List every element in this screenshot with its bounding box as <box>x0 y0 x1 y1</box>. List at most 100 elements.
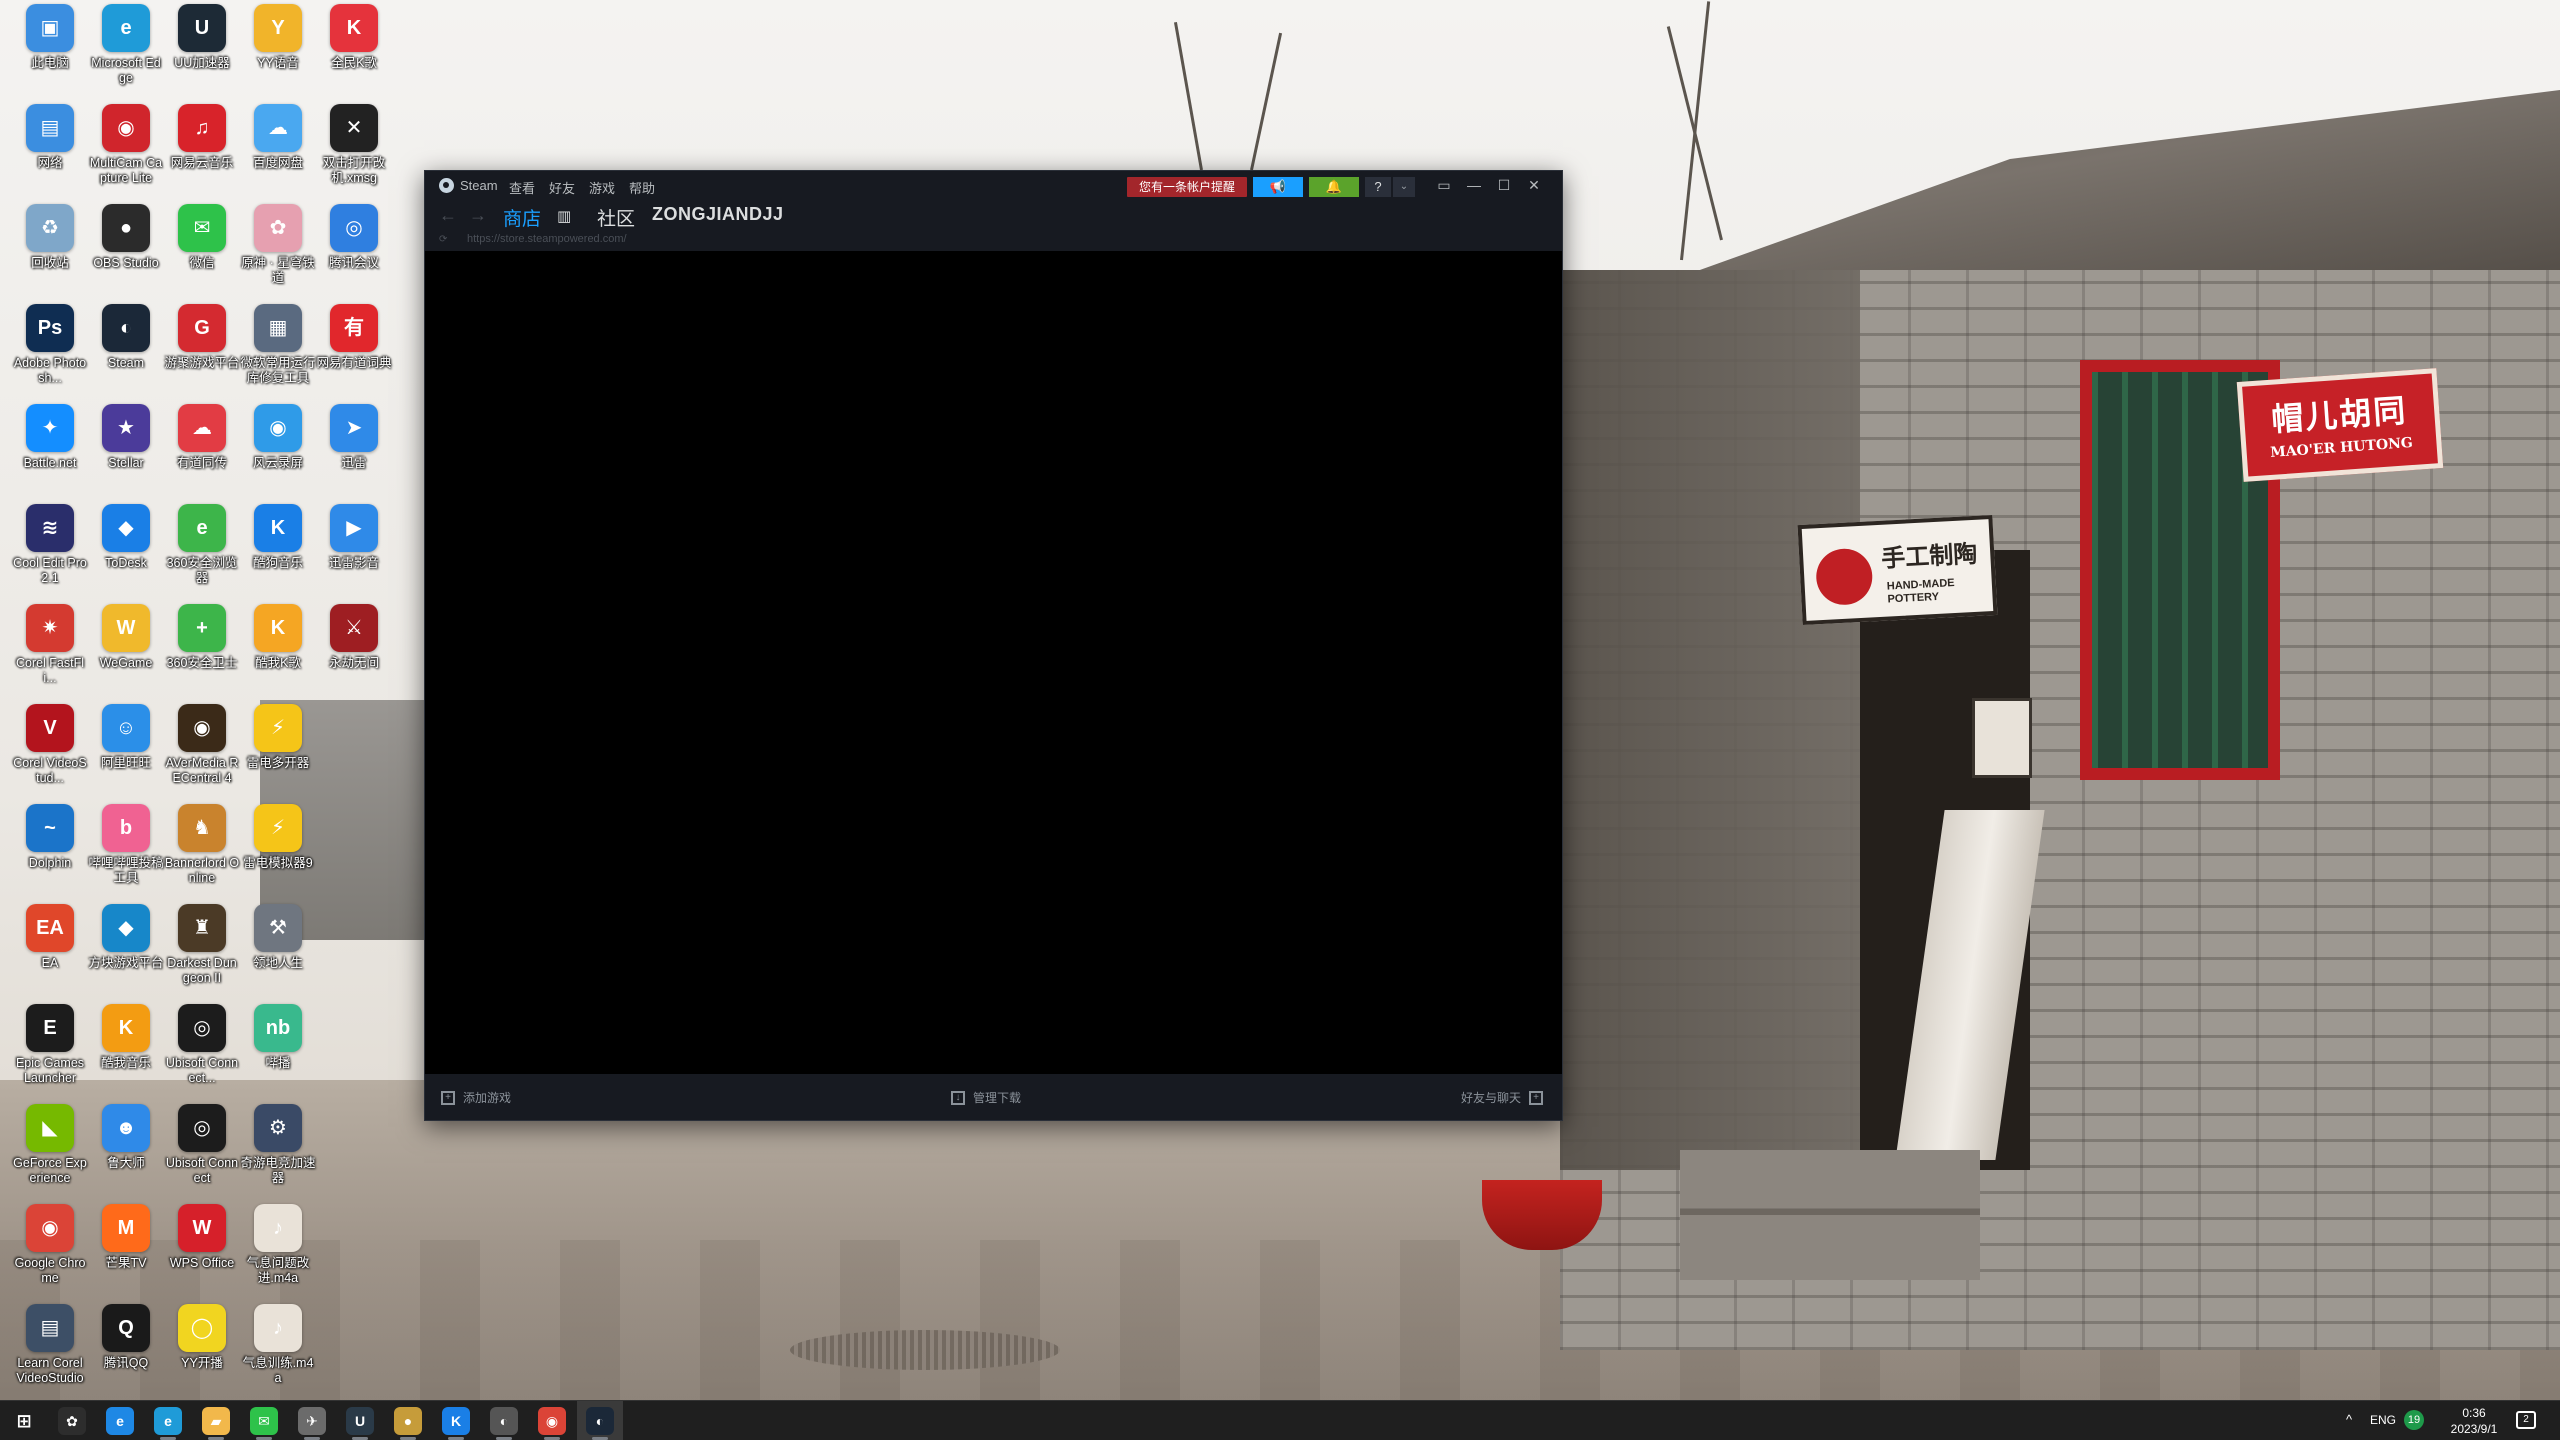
desktop-icon[interactable]: ✦ Battle.net <box>12 404 88 471</box>
desktop-icon[interactable]: W WeGame <box>88 604 164 671</box>
close-button[interactable]: ✕ <box>1521 175 1547 195</box>
menu-steam[interactable]: Steam <box>460 178 498 193</box>
desktop-icon[interactable]: ⚔ 永劫无间 <box>316 604 392 671</box>
steam-titlebar[interactable]: Steam 查看 好友 游戏 帮助 您有一条帐户提醒 📢 🔔 ? ⌄ ▭ — ☐… <box>425 171 1562 199</box>
taskbar-obs-icon[interactable]: ● <box>394 1407 422 1440</box>
desktop-icon[interactable]: ⚡ 雷电多开器 <box>240 704 316 771</box>
taskbar-kugou-icon[interactable]: K <box>442 1407 470 1440</box>
desktop-icon[interactable]: ⚡ 雷电模拟器9 <box>240 804 316 871</box>
desktop-icon[interactable]: ✉ 微信 <box>164 204 240 271</box>
account-dropdown-button[interactable]: ⌄ <box>1393 177 1415 197</box>
taskbar-chrome-icon[interactable]: ◉ <box>538 1407 566 1440</box>
url-text[interactable]: https://store.steampowered.com/ <box>467 233 627 245</box>
taskbar-uu-icon[interactable]: U <box>346 1407 374 1440</box>
tab-profile[interactable]: ZONGJIANDJJ <box>652 204 784 225</box>
desktop-icon[interactable]: ⚙ 奇游电竞加速器 <box>240 1104 316 1186</box>
taskbar-obs-studio-icon[interactable]: ◐ <box>490 1407 518 1440</box>
big-picture-icon[interactable]: ▭ <box>1431 175 1457 195</box>
desktop-icon[interactable]: U UU加速器 <box>164 4 240 71</box>
desktop-icon[interactable]: ☺ 阿里旺旺 <box>88 704 164 771</box>
desktop-icon[interactable]: ▶ 迅雷影音 <box>316 504 392 571</box>
desktop-icon[interactable]: b 哔哩哔哩投稿工具 <box>88 804 164 886</box>
desktop-icon[interactable]: 有网易有道词典 <box>316 304 392 371</box>
desktop-icon[interactable]: ✕ 双击打开改机.xmsg <box>316 104 392 186</box>
desktop-icon[interactable]: ◎ 腾讯会议 <box>316 204 392 271</box>
desktop-icon[interactable]: ♪ 气息训练.m4a <box>240 1304 316 1386</box>
desktop-icon[interactable]: ★ Stellar <box>88 404 164 471</box>
desktop-icon[interactable]: ☻ 鲁大师 <box>88 1104 164 1171</box>
steam-store-content[interactable] <box>425 261 1562 1075</box>
desktop-icon[interactable]: ● OBS Studio <box>88 204 164 271</box>
tab-community[interactable]: 社区 <box>597 204 635 231</box>
desktop-icon[interactable]: ≋ Cool Edit Pro 2.1 <box>12 504 88 586</box>
desktop-icon[interactable]: ◉ AVerMedia RECentral 4 <box>164 704 240 786</box>
desktop-icon[interactable]: ◉ 风云录屏 <box>240 404 316 471</box>
help-button[interactable]: ? <box>1365 177 1391 197</box>
taskbar-steam-icon[interactable]: ◐ <box>586 1407 614 1440</box>
taskbar-explorer-icon[interactable]: ▰ <box>202 1407 230 1440</box>
back-arrow-icon[interactable]: ← <box>439 205 457 226</box>
desktop-icon[interactable]: EA EA <box>12 904 88 971</box>
desktop-icon[interactable]: K 酷我K歌 <box>240 604 316 671</box>
desktop-icon[interactable]: ♜ Darkest Dungeon II <box>164 904 240 986</box>
desktop-icon[interactable]: M 芒果TV <box>88 1204 164 1271</box>
tray-badge-icon[interactable]: 19 <box>2404 1410 2424 1430</box>
desktop-icon[interactable]: ▣ 此电脑 <box>12 4 88 71</box>
desktop-icon[interactable]: Q 腾讯QQ <box>88 1304 164 1371</box>
desktop-icon[interactable]: K 酷狗音乐 <box>240 504 316 571</box>
desktop-icon[interactable]: +360安全卫士 <box>164 604 240 671</box>
account-alert-button[interactable]: 您有一条帐户提醒 <box>1127 177 1247 197</box>
menu-friends[interactable]: 好友 <box>549 178 575 197</box>
desktop-icon[interactable]: ✿ 原神 · 星穹铁道 <box>240 204 316 286</box>
maximize-button[interactable]: ☐ <box>1491 175 1517 195</box>
notifications-button[interactable]: 🔔 <box>1309 177 1359 197</box>
desktop-icon[interactable]: e Microsoft Edge <box>88 4 164 86</box>
desktop-icon[interactable]: ➤ 迅雷 <box>316 404 392 471</box>
language-indicator[interactable]: ENG <box>2370 1413 2396 1440</box>
desktop-icon[interactable]: ♫ 网易云音乐 <box>164 104 240 171</box>
taskbar-edge-icon[interactable]: e <box>154 1407 182 1440</box>
desktop-icon[interactable]: ◎ Ubisoft Connect... <box>164 1004 240 1086</box>
announcements-button[interactable]: 📢 <box>1253 177 1303 197</box>
desktop-icon[interactable]: W WPS Office <box>164 1204 240 1271</box>
desktop-icon[interactable]: G 游聚游戏平台 <box>164 304 240 371</box>
desktop-icon[interactable]: ~ Dolphin <box>12 804 88 871</box>
desktop-icon[interactable]: ☁ 有道同传 <box>164 404 240 471</box>
desktop-icon[interactable]: K 酷我音乐 <box>88 1004 164 1071</box>
desktop-icon[interactable]: ◯ YY开播 <box>164 1304 240 1371</box>
desktop-icon[interactable]: nb 哔播 <box>240 1004 316 1071</box>
desktop-icon[interactable]: E Epic Games Launcher <box>12 1004 88 1086</box>
desktop-icon[interactable]: ◉ MultiCam Capture Lite <box>88 104 164 186</box>
clock[interactable]: 0:36 2023/9/1 <box>2442 1405 2506 1437</box>
desktop-icon[interactable]: ▤ Learn Corel VideoStudio <box>12 1304 88 1386</box>
taskbar-widgets-icon[interactable]: ✿ <box>58 1407 86 1435</box>
desktop-icon[interactable]: ♞ Bannerlord Online <box>164 804 240 886</box>
taskbar-wechat-icon[interactable]: ✉ <box>250 1407 278 1440</box>
desktop-icon[interactable]: ◎ Ubisoft Connect <box>164 1104 240 1186</box>
desktop-icon[interactable]: e 360安全浏览器 <box>164 504 240 586</box>
desktop-icon[interactable]: ☁ 百度网盘 <box>240 104 316 171</box>
menu-games[interactable]: 游戏 <box>589 178 615 197</box>
desktop-icon[interactable]: ⚒ 领地人生 <box>240 904 316 971</box>
manage-downloads-button[interactable]: ↓ 管理下载 <box>951 1089 1021 1106</box>
tray-chevron-icon[interactable]: ^ <box>2346 1412 2352 1440</box>
menu-help[interactable]: 帮助 <box>629 178 655 197</box>
desktop-icon[interactable]: Y YY语音 <box>240 4 316 71</box>
friends-chat-button[interactable]: 好友与聊天 + <box>1461 1089 1544 1106</box>
desktop-icon[interactable]: V Corel VideoStud... <box>12 704 88 786</box>
desktop-icon[interactable]: ◐ Steam <box>88 304 164 371</box>
steam-menu[interactable]: Steam <box>439 177 498 193</box>
library-icon[interactable]: ▥ <box>557 207 575 225</box>
desktop-icon[interactable]: Ps Adobe Photosh... <box>12 304 88 386</box>
notification-center-icon[interactable]: 2 <box>2516 1411 2536 1429</box>
windows-icon[interactable]: ⊞ <box>10 1407 38 1435</box>
desktop-icon[interactable]: ▦ 微软常用运行库修复工具 <box>240 304 316 386</box>
desktop-icon[interactable]: ♪ 气息问题改进.m4a <box>240 1204 316 1286</box>
desktop-icon[interactable]: ▤ 网络 <box>12 104 88 171</box>
desktop-icon[interactable]: ◆ 方块游戏平台 <box>88 904 164 971</box>
desktop-icon[interactable]: ♻ 回收站 <box>12 204 88 271</box>
desktop-icon[interactable]: ✷ Corel FastFli... <box>12 604 88 686</box>
forward-arrow-icon[interactable]: → <box>469 205 487 226</box>
desktop-icon[interactable]: ◉ Google Chrome <box>12 1204 88 1286</box>
minimize-button[interactable]: — <box>1461 175 1487 195</box>
